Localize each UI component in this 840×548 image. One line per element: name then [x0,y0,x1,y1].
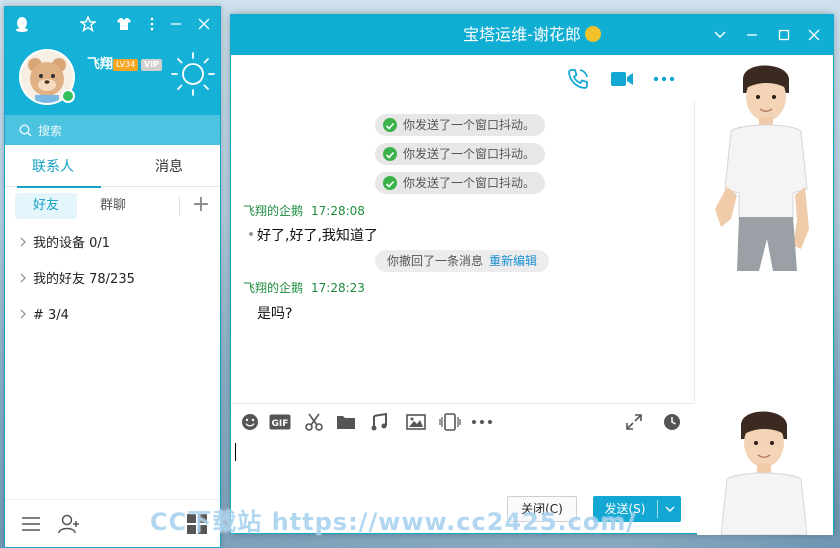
message-bullet [249,232,253,236]
star-outline-icon[interactable] [79,14,97,34]
group-label: 我的好友 78/235 [33,272,135,287]
music-icon[interactable] [369,412,391,432]
system-message: 你发送了一个窗口抖动。 [375,172,546,194]
star-badge-icon [584,25,601,42]
chevron-right-icon [19,306,33,326]
weather-sun-icon[interactable] [170,51,216,97]
message-list[interactable]: 你发送了一个窗口抖动。 你发送了一个窗口抖动。 你发送了一个窗口抖动。 飞翔的企… [231,101,695,403]
maximize-icon[interactable] [775,26,793,44]
chat-window: 宝塔运维-谢花郎 你发送了一个窗口抖动。 你发送了一个窗口抖动。 你发送了一个窗… [230,14,834,535]
tab-messages[interactable]: 消息 [121,147,217,187]
add-button[interactable]: + [189,193,213,219]
text-caret [235,443,236,461]
divider [179,197,180,215]
sender-name[interactable]: 飞翔的企鹅 [243,204,303,218]
recall-text: 你撤回了一条消息 [387,254,484,268]
system-message-text: 你发送了一个窗口抖动。 [403,176,536,190]
main-tabs: 联系人 消息 [5,147,220,188]
check-icon [383,118,397,132]
search-placeholder: 搜索 [38,123,63,138]
level-badge[interactable]: LV34 [113,59,139,71]
recall-notice: 你撤回了一条消息 重新编辑 [375,250,550,272]
penguin-icon[interactable] [13,14,31,34]
system-message-text: 你发送了一个窗口抖动。 [403,147,536,161]
menu-icon[interactable] [19,512,43,536]
system-message: 你发送了一个窗口抖动。 [375,114,546,136]
screen-shake-icon[interactable] [439,412,461,432]
close-icon[interactable] [195,14,213,34]
tab-contacts[interactable]: 联系人 [5,147,101,188]
message-time: 17:28:08 [311,204,365,218]
contact-show-avatar [697,59,833,281]
send-options-chevron-icon[interactable] [659,496,681,522]
system-message: 你发送了一个窗口抖动。 [375,143,546,165]
video-call-icon[interactable] [609,67,635,91]
message-text: 好了,好了,我知道了 [257,228,378,244]
emoji-icon[interactable] [239,412,261,432]
online-status-dot [61,89,75,103]
chevron-right-icon [19,270,33,290]
reedit-link[interactable]: 重新编辑 [489,254,537,268]
group-label: # 3/4 [33,308,69,323]
self-show-avatar [697,399,833,535]
more-horizontal-icon[interactable] [651,67,677,91]
folder-icon[interactable] [335,412,357,432]
search-icon [19,123,32,136]
chat-titlebar: 宝塔运维-谢花郎 [231,15,833,55]
add-friend-icon[interactable] [57,512,81,536]
search-input[interactable]: 搜索 [5,115,220,145]
expand-icon[interactable] [623,412,645,432]
minimize-icon[interactable] [743,26,761,44]
more-horizontal-icon[interactable] [471,412,493,432]
message-input[interactable] [231,439,695,493]
main-panel: 飞翔 LV34 VIP 搜索 联系人 消息 好友 群聊 + 我的设备 0/1 我… [4,6,221,548]
scissors-icon[interactable] [303,412,325,432]
chat-title-text[interactable]: 宝塔运维-谢花郎 [463,25,581,44]
minimize-icon[interactable] [167,14,185,34]
divider [657,500,658,518]
message-text: 是吗? [257,306,293,322]
main-header: 飞翔 LV34 VIP [5,7,220,115]
input-toolbar: GIF [231,403,695,439]
message-sender[interactable]: 飞翔的企鹅 17:28:08 [243,203,365,219]
message-sender[interactable]: 飞翔的企鹅 17:28:23 [243,280,365,296]
message-time: 17:28:23 [311,281,365,295]
contact-subtabs: 好友 群聊 + [5,193,220,221]
subtab-groups[interactable]: 群聊 [85,193,141,219]
group-hash[interactable]: # 3/4 [19,306,69,326]
image-icon[interactable] [405,412,427,432]
phone-call-icon[interactable] [565,67,591,91]
watermark: CC下载站 https://www.cc2425.com/ [150,508,637,536]
group-my-friends[interactable]: 我的好友 78/235 [19,270,135,290]
chevron-right-icon [19,234,33,254]
sender-name[interactable]: 飞翔的企鹅 [243,281,303,295]
group-label: 我的设备 0/1 [33,236,111,251]
svg-text:GIF: GIF [272,419,289,429]
group-my-devices[interactable]: 我的设备 0/1 [19,234,110,254]
chevron-down-icon[interactable] [711,26,729,44]
system-message-text: 你发送了一个窗口抖动。 [403,118,536,132]
call-action-bar [231,55,695,101]
check-icon [383,147,397,161]
close-icon[interactable] [805,26,823,44]
subtab-friends[interactable]: 好友 [15,193,77,219]
more-vertical-icon[interactable] [143,14,161,34]
nickname[interactable]: 飞翔 [87,53,113,72]
vip-badge[interactable]: VIP [141,59,163,71]
history-clock-icon[interactable] [661,412,683,432]
shirt-icon[interactable] [115,14,133,34]
check-icon [383,176,397,190]
gif-icon[interactable]: GIF [269,412,291,432]
